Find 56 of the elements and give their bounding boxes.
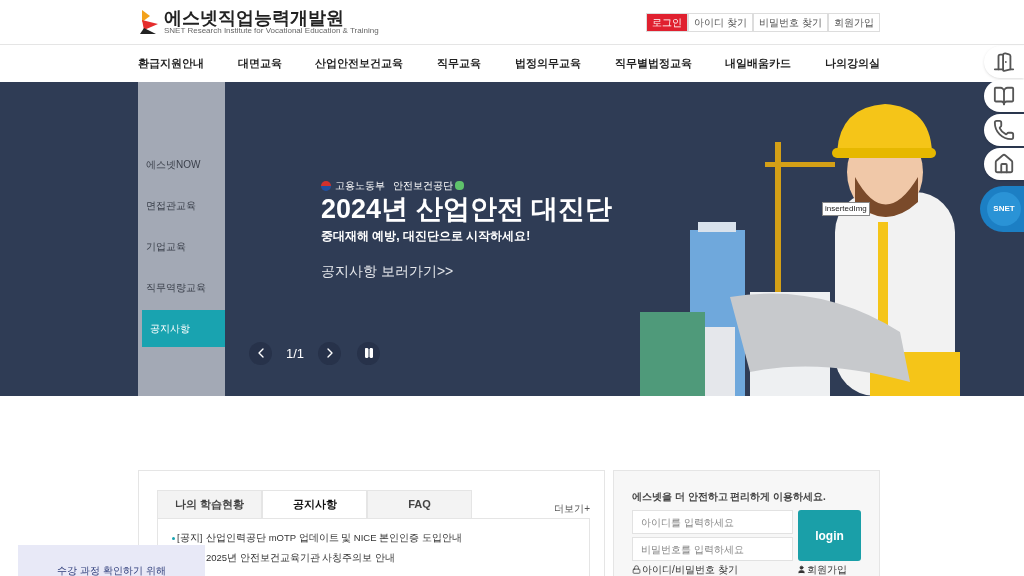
- popup-text: 수강 과정 확인하기 위해: [57, 564, 166, 576]
- bullet-icon: [172, 536, 175, 540]
- side-menu-item[interactable]: 직무역량교육: [138, 269, 225, 306]
- nav-link[interactable]: 직무교육: [437, 55, 482, 72]
- nav-link[interactable]: 산업안전보건교육: [315, 55, 404, 72]
- find-account-link[interactable]: 아이디/비밀번호 찾기: [632, 562, 738, 576]
- previous-button[interactable]: [249, 341, 272, 365]
- home-icon: [993, 153, 1015, 175]
- nav-link[interactable]: 나의강의실: [824, 55, 880, 72]
- banner-headline: 2024년 산업안전 대진단: [321, 193, 613, 226]
- notice-link[interactable]: 공지사항 보러가기>>: [321, 260, 613, 282]
- notice-tag: [공지]: [177, 531, 203, 546]
- top-link[interactable]: 아이디 찾기: [688, 12, 754, 32]
- more-link[interactable]: 더보기+: [554, 501, 590, 516]
- lock-icon: [632, 565, 641, 574]
- cross-icon: [455, 181, 464, 190]
- side-menu-item[interactable]: 에스넷NOW: [138, 146, 225, 183]
- notice-title[interactable]: 산업인력공단 mOTP 업데이트 및 NICE 본인인증 도입안내: [206, 531, 589, 546]
- book-icon: [993, 85, 1015, 107]
- user-icon: [797, 565, 806, 574]
- id-field[interactable]: 아이디를 입력하세요: [632, 510, 793, 534]
- quick-menu-button[interactable]: [984, 80, 1024, 112]
- slide-counter: 1/1: [285, 344, 306, 363]
- board-tab[interactable]: 나의 학습현황: [157, 490, 262, 518]
- password-field[interactable]: 비밀번호를 입력하세요: [632, 537, 793, 561]
- quick-menu-button[interactable]: [984, 114, 1024, 146]
- nav-link[interactable]: 대면교육: [237, 55, 282, 72]
- logo-icon: [138, 8, 160, 36]
- next-button[interactable]: [318, 341, 342, 365]
- signup-link[interactable]: 회원가입: [797, 562, 847, 576]
- pause-button[interactable]: [357, 341, 381, 365]
- logo-subtitle: SNET Research Institute for Vocational Education & Training: [164, 27, 379, 35]
- quick-menu-button[interactable]: [984, 46, 1024, 78]
- login-title: 에스넷을 더 안전하고 편리하게 이용하세요.: [632, 490, 827, 504]
- pause-icon: [362, 347, 375, 360]
- image-tooltip: insertedImg: [822, 202, 870, 216]
- board-tab[interactable]: 공지사항: [262, 490, 367, 518]
- logo-title: 에스넷직업능력개발원: [164, 9, 345, 27]
- door-icon: [993, 51, 1015, 73]
- phone-icon: [993, 119, 1015, 141]
- nav-link[interactable]: 직무별법정교육: [614, 55, 692, 72]
- top-link[interactable]: 로그인: [646, 12, 689, 32]
- top-link[interactable]: 비밀번호 찾기: [753, 12, 828, 32]
- nav-link[interactable]: 환급지원안내: [138, 55, 204, 72]
- notice-title[interactable]: 2025년 안전보건교육기관 사칭주의보 안내: [206, 551, 589, 566]
- org-logo: 고용노동부: [335, 179, 385, 193]
- nav-link[interactable]: 법정의무교육: [514, 55, 581, 72]
- flag-icon: [321, 180, 331, 191]
- side-menu-item[interactable]: 면접관교육: [138, 187, 225, 224]
- top-link[interactable]: 회원가입: [828, 12, 880, 32]
- banner-subtitle: 중대재해 예방, 대진단으로 시작하세요!: [321, 227, 532, 245]
- board-tab[interactable]: FAQ: [367, 490, 472, 518]
- nav-link[interactable]: 내일배움카드: [725, 55, 792, 72]
- side-menu-item[interactable]: 기업교육: [138, 228, 225, 265]
- org-logo: 안전보건공단: [393, 179, 453, 193]
- quick-menu-button[interactable]: [984, 148, 1024, 180]
